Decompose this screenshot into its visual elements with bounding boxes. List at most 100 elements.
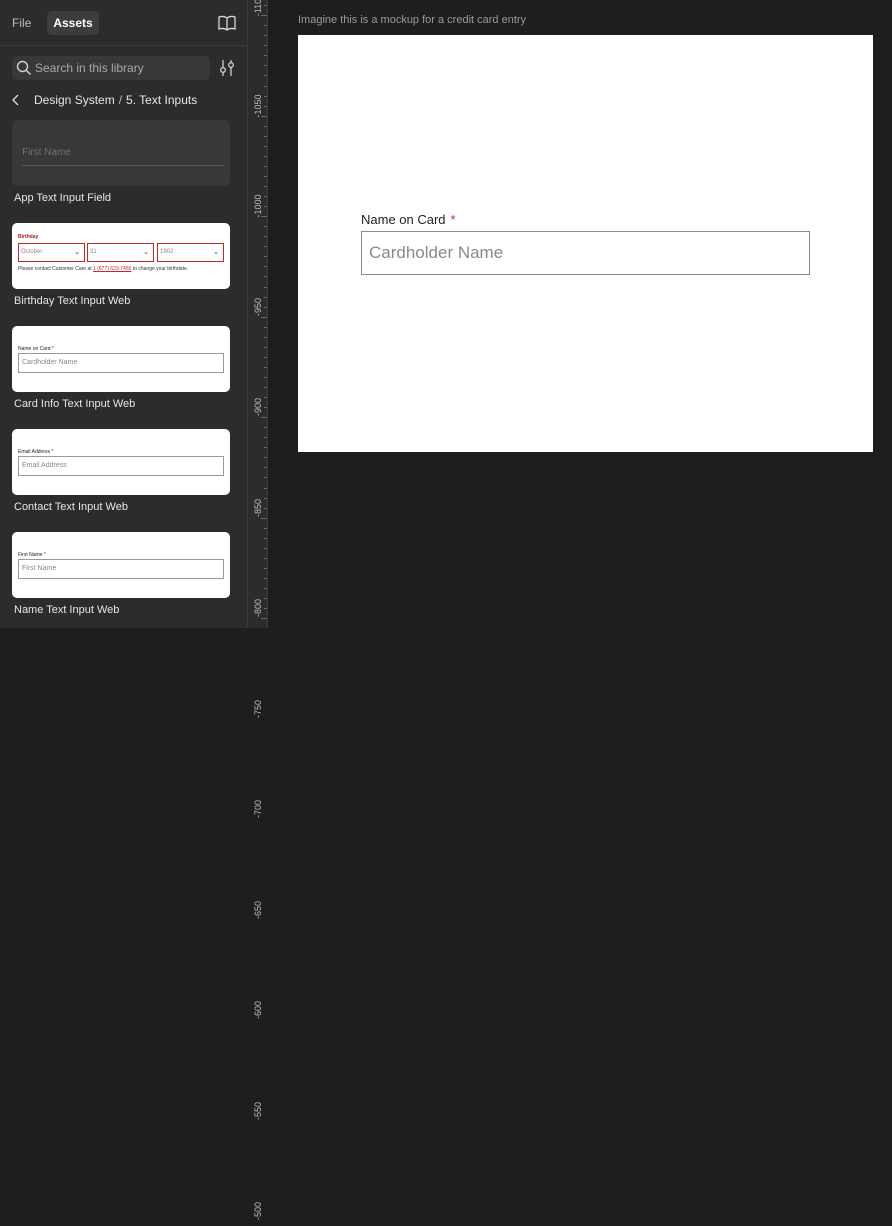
ruler-tick (264, 326, 267, 328)
thumbnail-help-text: Please contact Customer Care at 1 (877) … (18, 266, 189, 272)
component-thumbnail-app-text-input[interactable]: First Name (12, 120, 230, 186)
library-search[interactable] (12, 56, 210, 80)
card-name-label: Name on Card * (361, 212, 456, 227)
component-label[interactable]: Name Text Input Web (14, 604, 119, 616)
ruler-tick (261, 216, 267, 218)
ruler-tick (264, 306, 267, 308)
frame-title[interactable]: Imagine this is a mockup for a credit ca… (298, 14, 526, 26)
ruler-tick (264, 507, 267, 509)
breadcrumb-page: 5. Text Inputs (126, 93, 198, 107)
sidebar-tabs: File Assets (0, 0, 248, 46)
ruler-tick (264, 175, 267, 177)
ruler-tick (264, 286, 267, 288)
thumbnail-underline (22, 165, 224, 166)
thumbnail-year-select: 1902 ⌄ (157, 243, 224, 262)
thumbnail-input: Cardholder Name (18, 353, 224, 373)
ruler-tick (261, 316, 267, 318)
vertical-ruler[interactable]: -1100 -1050 -1000 -950 -900 -850 -800 -750 -700-… (248, 0, 268, 1220)
ruler-tick (264, 608, 267, 610)
breadcrumb-separator: / (118, 93, 123, 107)
component-thumbnail-name-input[interactable]: First Name * First Name (12, 532, 230, 598)
ruler-tick (264, 65, 267, 67)
ruler-label: -550 (253, 1101, 263, 1120)
component-label[interactable]: Contact Text Input Web (14, 501, 128, 513)
required-mark: * (450, 212, 456, 227)
ruler-tick (264, 457, 267, 459)
ruler-tick (264, 497, 267, 499)
ruler-tick (264, 567, 267, 569)
ruler-tick (264, 537, 267, 539)
thumbnail-title: Birthday (18, 234, 39, 240)
breadcrumb-library[interactable]: Design System (34, 93, 115, 107)
ruler-tick (264, 256, 267, 258)
ruler-tick (264, 226, 267, 228)
ruler-label: -650 (253, 900, 263, 919)
ruler-tick (264, 577, 267, 579)
ruler-tick (264, 376, 267, 378)
ruler-tick (264, 206, 267, 208)
ruler-tick (264, 397, 267, 399)
ruler-tick (264, 547, 267, 549)
card-name-label-text: Name on Card (361, 212, 446, 227)
tab-file[interactable]: File (8, 11, 35, 35)
ruler-tick (261, 15, 267, 17)
ruler-tick (264, 276, 267, 278)
thumbnail-field-label: Name on Card * (18, 346, 54, 352)
ruler-tick (264, 125, 267, 127)
component-thumbnail-birthday-input[interactable]: Birthday October ⌄ 31 ⌄ 1902 ⌄ Please conta… (12, 223, 230, 289)
ruler-tick (261, 417, 267, 419)
ruler-tick (264, 246, 267, 248)
ruler-tick (264, 35, 267, 37)
chevron-down-icon: ⌄ (74, 249, 80, 256)
thumbnail-field-label: First Name * (18, 552, 46, 558)
ruler-tick (264, 356, 267, 358)
ruler-tick (264, 5, 267, 7)
ruler-label: -750 (253, 699, 263, 718)
chevron-down-icon: ⌄ (143, 249, 149, 256)
ruler-tick (264, 55, 267, 57)
ruler-tick (264, 336, 267, 338)
ruler-tick (264, 467, 267, 469)
ruler-tick (264, 85, 267, 87)
ruler-tick (264, 407, 267, 409)
filter-settings-icon[interactable] (219, 59, 235, 77)
ruler-tick (261, 115, 267, 117)
thumbnail-month-select: October ⌄ (18, 243, 85, 262)
ruler-tick (264, 437, 267, 439)
tab-assets[interactable]: Assets (47, 11, 99, 35)
cardholder-name-field[interactable] (361, 231, 810, 275)
ruler-label: -600 (253, 1000, 263, 1020)
ruler-tick (264, 45, 267, 47)
ruler-tick (264, 346, 267, 348)
ruler-tick (264, 527, 267, 529)
ruler-tick (264, 387, 267, 388)
library-book-icon[interactable] (218, 15, 236, 31)
ruler-tick (264, 95, 267, 97)
search-input[interactable] (35, 56, 205, 80)
cardholder-name-input[interactable] (362, 232, 809, 274)
ruler-tick (261, 618, 267, 620)
ruler-tick (264, 105, 267, 107)
component-label[interactable]: Card Info Text Input Web (14, 398, 135, 410)
ruler-label: -700 (253, 799, 263, 819)
ruler-tick (264, 155, 267, 157)
ruler-tick (264, 236, 267, 238)
component-label[interactable]: App Text Input Field (14, 192, 111, 204)
search-icon (16, 60, 31, 75)
thumbnail-input: Email Address (18, 456, 224, 476)
ruler-tick (264, 186, 267, 187)
chevron-left-icon[interactable] (10, 92, 22, 108)
ruler-tick (264, 135, 267, 137)
ruler-tick (264, 588, 267, 589)
canvas-frame[interactable]: Name on Card * (298, 35, 873, 452)
component-label[interactable]: Birthday Text Input Web (14, 295, 130, 307)
ruler-tick (264, 427, 267, 429)
component-thumbnail-card-info-input[interactable]: Name on Card * Cardholder Name (12, 326, 230, 392)
chevron-down-icon: ⌄ (213, 249, 219, 256)
ruler-tick (264, 477, 267, 479)
ruler-tick (264, 75, 267, 77)
ruler-tick (264, 487, 267, 489)
breadcrumb: Design System/5. Text Inputs (34, 93, 197, 107)
component-thumbnail-contact-input[interactable]: Email Address * Email Address (12, 429, 230, 495)
ruler-tick (264, 447, 267, 449)
